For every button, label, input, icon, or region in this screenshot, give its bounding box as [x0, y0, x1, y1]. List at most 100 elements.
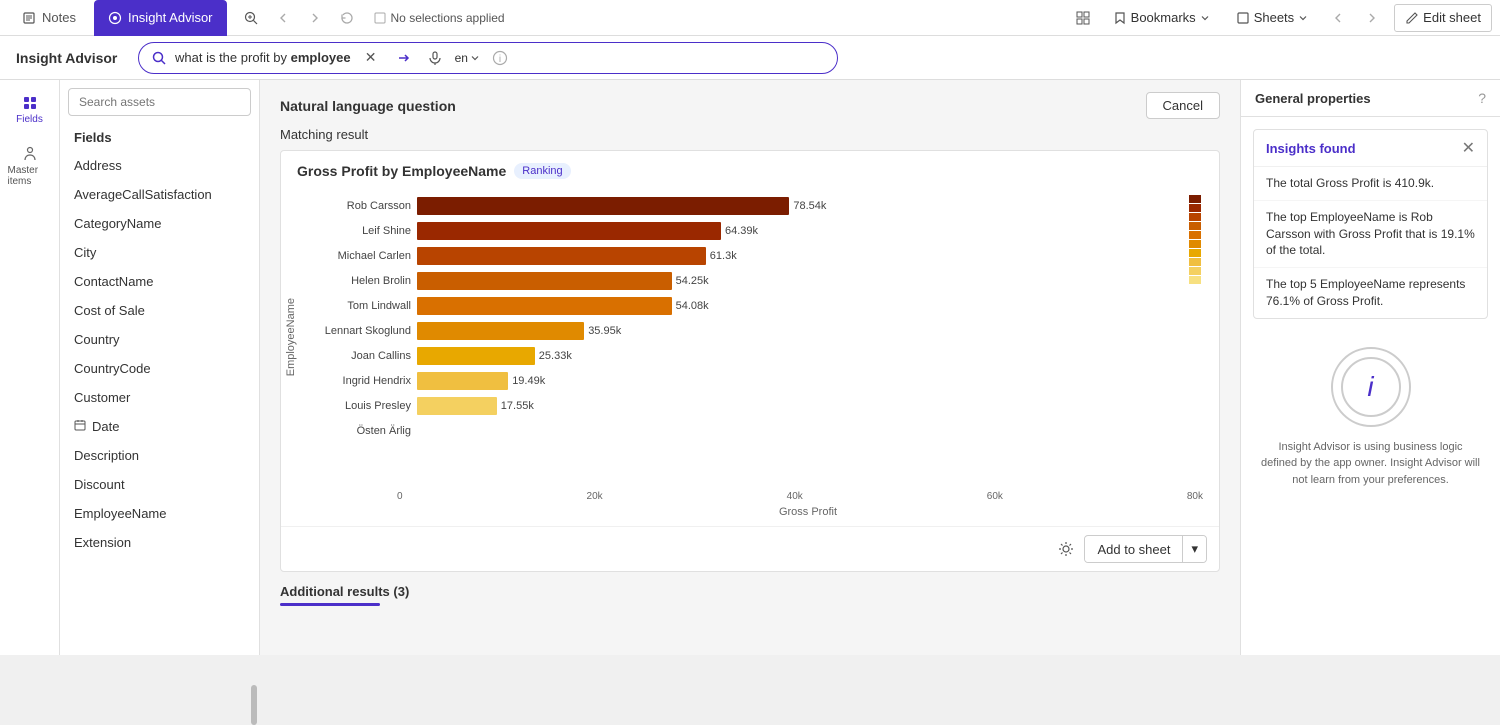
topbar-tool-icons	[239, 6, 359, 30]
chart-bar-row: Rob Carsson 78.54k	[301, 195, 1187, 217]
legend-bar-10	[1189, 276, 1201, 284]
search-clear-button[interactable]: ✕	[359, 46, 383, 70]
field-item-averagecallsatisfaction[interactable]: AverageCallSatisfaction	[60, 180, 259, 209]
field-item-costofsale[interactable]: Cost of Sale	[60, 296, 259, 325]
insight-item-2: The top EmployeeName is Rob Carsson with…	[1254, 201, 1487, 268]
next-sheet-icon[interactable]	[1360, 6, 1384, 30]
field-item-categoryname[interactable]: CategoryName	[60, 209, 259, 238]
x-axis-ticks: 0 20k 40k 60k 80k	[281, 487, 1203, 502]
field-item-date[interactable]: Date	[60, 412, 259, 441]
search-submit-button[interactable]	[391, 46, 415, 70]
field-item-address[interactable]: Address	[60, 151, 259, 180]
chart-bar-row: Louis Presley 17.55k	[301, 395, 1187, 417]
edit-sheet-button[interactable]: Edit sheet	[1394, 4, 1492, 32]
legend-bar-3	[1189, 213, 1201, 221]
fields-icon-item[interactable]: Fields	[4, 88, 56, 131]
chart-footer: Add to sheet ▾	[281, 526, 1219, 571]
additional-results-section: Additional results (3)	[260, 572, 1240, 606]
reload-icon[interactable]	[335, 6, 359, 30]
cancel-button[interactable]: Cancel	[1146, 92, 1220, 119]
bar-fill	[417, 347, 535, 365]
additional-results-label: Additional results (3)	[280, 584, 409, 599]
fields-header: Fields	[60, 124, 259, 151]
selection-status: No selections applied	[373, 11, 505, 25]
add-to-sheet-dropdown[interactable]: ▾	[1182, 536, 1206, 562]
back-icon[interactable]	[271, 6, 295, 30]
chart-bar-row: Leif Shine64.39k	[301, 220, 1187, 242]
info-description-text: Insight Advisor is using business logic …	[1261, 439, 1480, 489]
master-items-icon-item[interactable]: Master items	[4, 139, 56, 193]
search-bar-container: what is the profit by employee ✕ en i	[138, 42, 838, 74]
microphone-button[interactable]	[423, 46, 447, 70]
insights-found-title: Insights found	[1266, 141, 1356, 156]
nlq-title: Natural language question	[280, 98, 456, 114]
info-button[interactable]: i	[488, 46, 512, 70]
bar-fill	[417, 222, 721, 240]
chart-mini-legend	[1187, 187, 1203, 292]
calendar-icon	[74, 419, 86, 434]
prev-sheet-icon[interactable]	[1326, 6, 1350, 30]
search-query-text: what is the profit by employee	[175, 50, 351, 65]
field-item-extension[interactable]: Extension	[60, 528, 259, 557]
field-item-city[interactable]: City	[60, 238, 259, 267]
field-list: Address AverageCallSatisfaction Category…	[60, 151, 259, 655]
secondbar-title: Insight Advisor	[16, 50, 126, 66]
help-icon[interactable]: ?	[1478, 90, 1486, 106]
bar-label: Lennart Skoglund	[301, 325, 411, 337]
language-selector[interactable]: en	[455, 51, 480, 65]
fields-icon	[21, 94, 39, 112]
chart-card: Gross Profit by EmployeeName Ranking Emp…	[280, 150, 1220, 572]
tab-insight-advisor[interactable]: Insight Advisor	[94, 0, 227, 36]
field-item-description[interactable]: Description	[60, 441, 259, 470]
bar-container: 25.33k	[417, 345, 1187, 367]
bar-value-label: 78.54k	[793, 200, 826, 212]
bookmarks-button[interactable]: Bookmarks	[1105, 4, 1218, 32]
x-axis-label: Gross Profit	[397, 506, 1219, 518]
bar-container: 54.08k	[417, 295, 1187, 317]
grid-icon[interactable]	[1071, 6, 1095, 30]
zoom-icon[interactable]	[239, 6, 263, 30]
field-item-country[interactable]: Country	[60, 325, 259, 354]
bar-value-label: 54.08k	[676, 300, 709, 312]
bar-label: Rob Carsson	[301, 200, 411, 212]
search-assets-input[interactable]	[68, 88, 251, 116]
chart-bar-row: Ingrid Hendrix19.49k	[301, 370, 1187, 392]
field-item-customer[interactable]: Customer	[60, 383, 259, 412]
insight-item-1: The total Gross Profit is 410.9k.	[1254, 167, 1487, 201]
chart-bar-row: Joan Callins25.33k	[301, 345, 1187, 367]
topbar-right-actions: Bookmarks Sheets Edit sheet	[1071, 4, 1492, 32]
bar-value-label: 61.3k	[710, 250, 737, 262]
insights-found-box: Insights found ✕ The total Gross Profit …	[1253, 129, 1488, 319]
field-item-employeename[interactable]: EmployeeName	[60, 499, 259, 528]
svg-text:i: i	[499, 54, 501, 65]
general-properties-title: General properties	[1255, 91, 1371, 106]
info-illustration: i Insight Advisor is using business logi…	[1241, 331, 1500, 505]
add-to-sheet-button[interactable]: Add to sheet ▾	[1084, 535, 1207, 563]
sheets-button[interactable]: Sheets	[1228, 4, 1316, 32]
field-item-contactname[interactable]: ContactName	[60, 267, 259, 296]
settings-icon[interactable]	[1056, 539, 1076, 559]
bar-label: Ingrid Hendrix	[301, 375, 411, 387]
insights-close-button[interactable]: ✕	[1462, 138, 1475, 158]
scrollbar-thumb[interactable]	[251, 685, 257, 725]
main-layout: Fields Master items Fields Address Avera…	[0, 80, 1500, 655]
bar-label: Leif Shine	[301, 225, 411, 237]
left-icon-sidebar: Fields Master items	[0, 80, 60, 655]
bar-fill	[417, 272, 672, 290]
search-bar-icon	[151, 50, 167, 66]
bar-fill	[417, 372, 508, 390]
bar-container: 17.55k	[417, 395, 1187, 417]
right-panel: General properties ? Insights found ✕ Th…	[1240, 80, 1500, 655]
forward-icon[interactable]	[303, 6, 327, 30]
field-item-discount[interactable]: Discount	[60, 470, 259, 499]
add-to-sheet-label[interactable]: Add to sheet	[1085, 537, 1182, 562]
left-panel-inner: Fields Master items Fields Address Avera…	[0, 80, 259, 655]
bar-value-label: 25.33k	[539, 350, 572, 362]
y-axis-label: EmployeeName	[281, 290, 301, 384]
bar-container: 61.3k	[417, 245, 1187, 267]
bar-label: Louis Presley	[301, 400, 411, 412]
info-circle-inner: i	[1341, 357, 1401, 417]
field-item-countrycode[interactable]: CountryCode	[60, 354, 259, 383]
tab-notes[interactable]: Notes	[8, 0, 90, 36]
chart-inner: Rob Carsson78.54kLeif Shine64.39kMichael…	[301, 187, 1187, 453]
